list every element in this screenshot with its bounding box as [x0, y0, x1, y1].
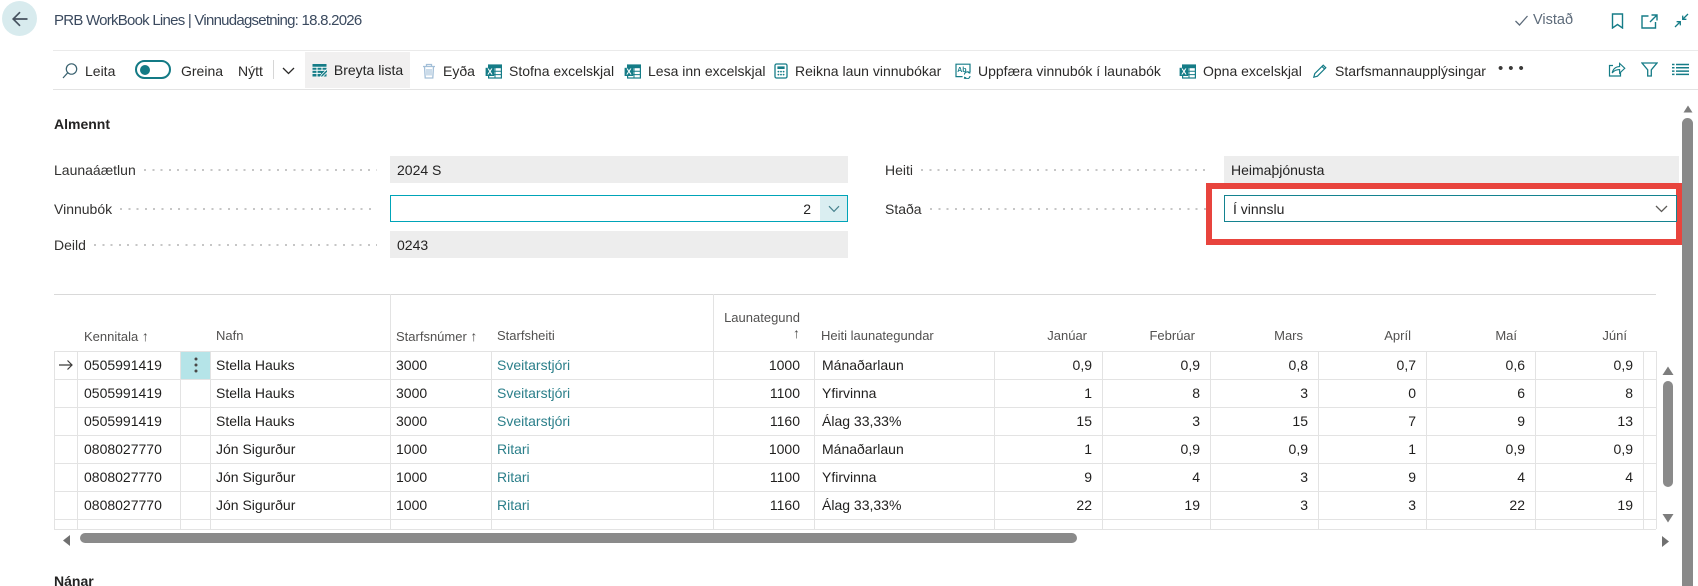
- svg-text:X: X: [1181, 67, 1187, 76]
- svg-text:X: X: [487, 67, 493, 76]
- svg-text:X: X: [626, 67, 632, 76]
